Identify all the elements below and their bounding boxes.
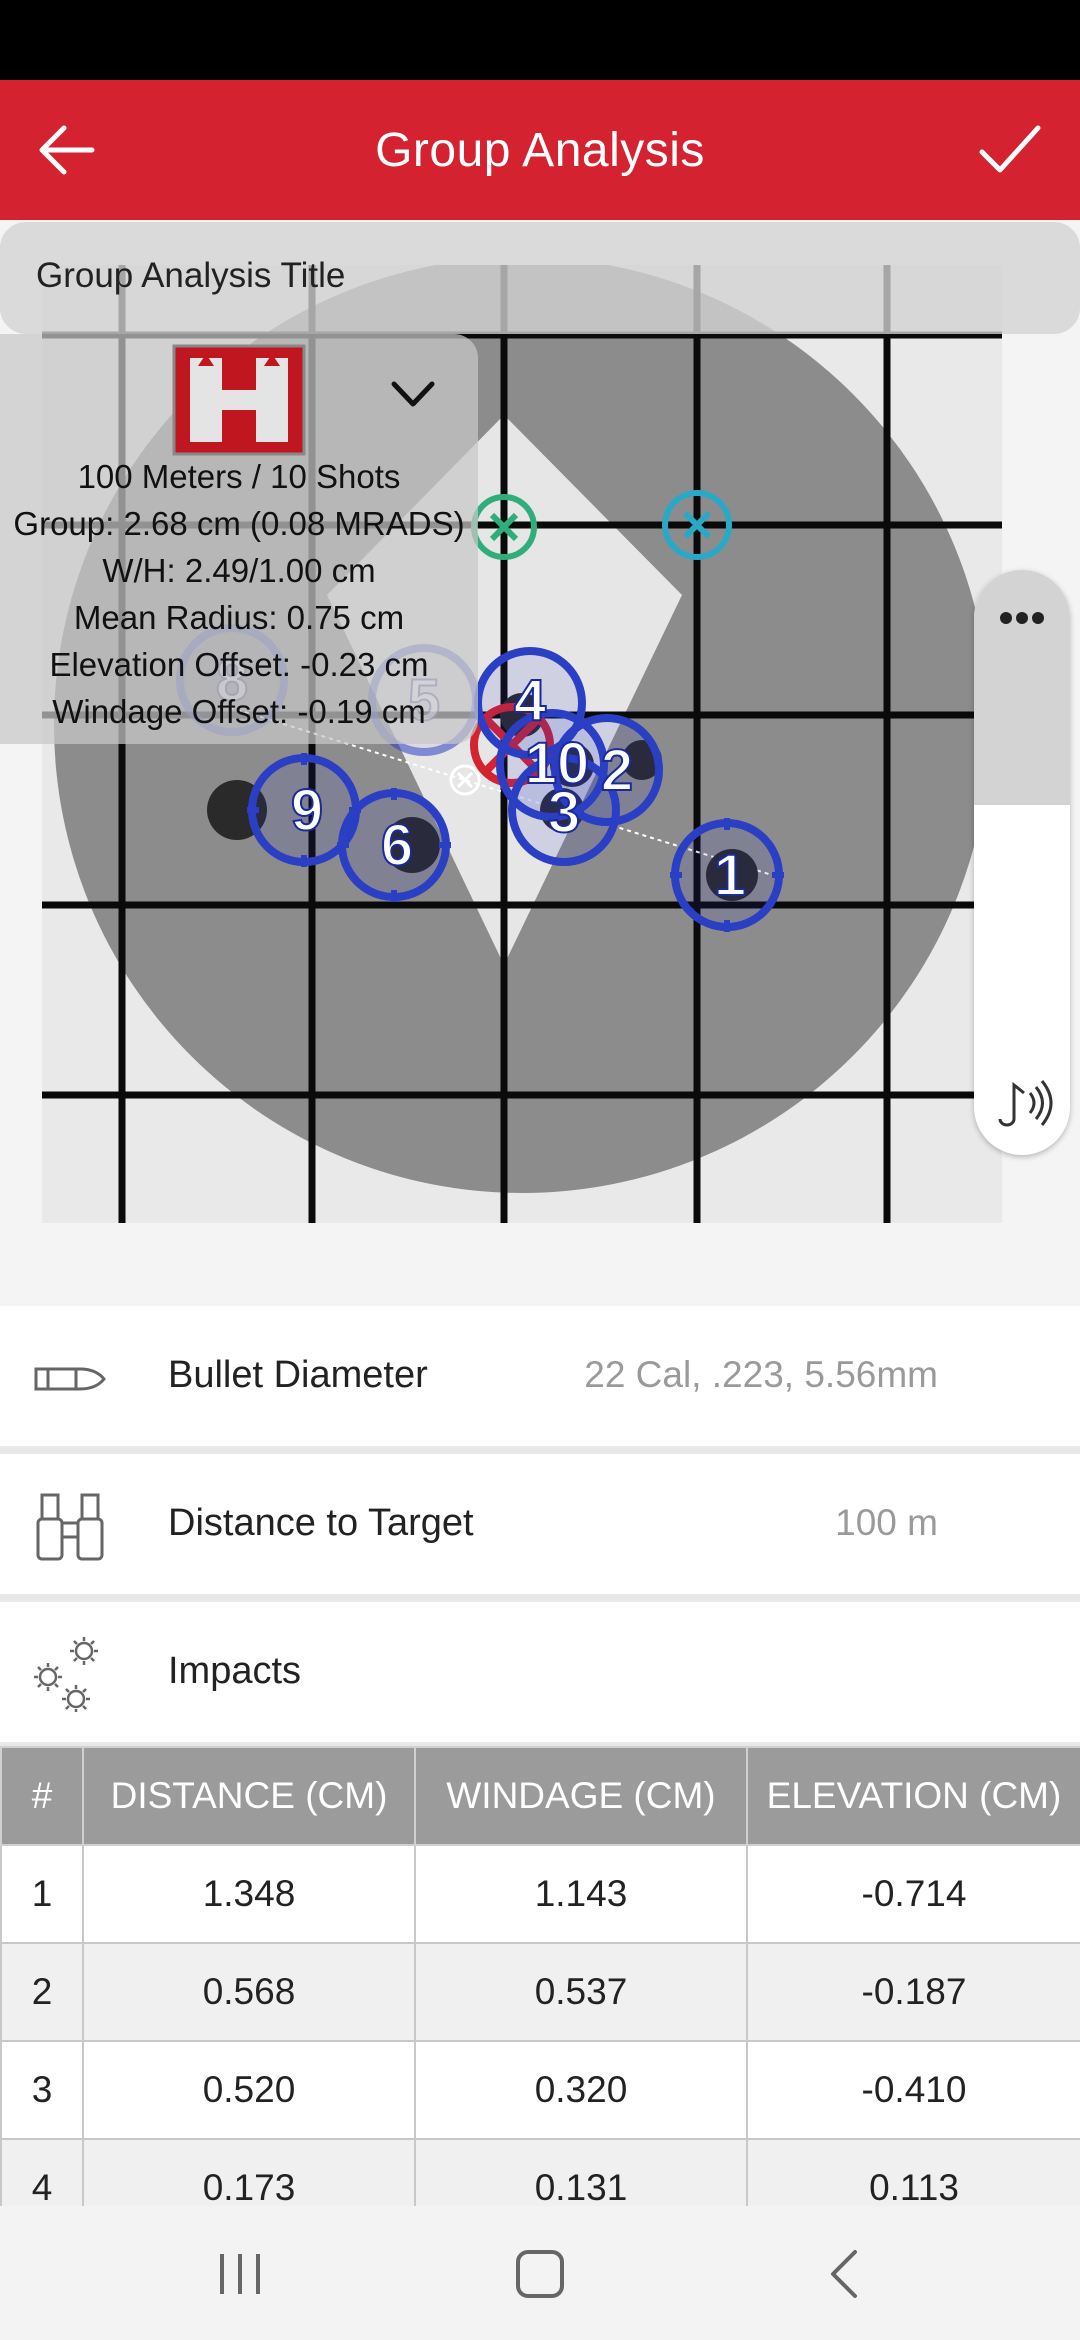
cell-elevation: -0.410: [746, 2040, 1080, 2140]
bullet-icon: [34, 1367, 106, 1391]
divider: [0, 1446, 1080, 1454]
bullet-diameter-value: 22 Cal, .223, 5.56mm: [584, 1354, 938, 1395]
status-bar: [0, 0, 1080, 80]
column-header-elevation: ELEVATION (CM): [746, 1746, 1080, 1846]
cell-distance: 0.173: [82, 2138, 416, 2206]
cell-distance: 1.348: [82, 1844, 416, 1944]
table-row[interactable]: 3 0.520 0.320 -0.410: [0, 2040, 1080, 2140]
shot-label-2: 2: [601, 738, 633, 803]
cell-index: 3: [0, 2040, 84, 2140]
impacts-label: Impacts: [168, 1650, 302, 1692]
back-arrow-icon[interactable]: [30, 110, 110, 190]
table-row[interactable]: 4 0.173 0.131 0.113: [0, 2138, 1080, 2206]
stats-distance-shots: 100 Meters / 10 Shots: [77, 458, 401, 495]
group-title-text: Group Analysis Title: [36, 256, 346, 295]
table-header-row: # DISTANCE (CM) WINDAGE (CM) ELEVATION (…: [0, 1746, 1080, 1846]
bullet-diameter-row[interactable]: Bullet Diameter 22 Cal, .223, 5.56mm: [0, 1306, 1080, 1446]
cell-windage: 0.320: [414, 2040, 748, 2140]
impacts-icon: [34, 1637, 98, 1712]
cell-index: 4: [0, 2138, 84, 2206]
column-header-windage: WINDAGE (CM): [414, 1746, 748, 1846]
impacts-table[interactable]: # DISTANCE (CM) WINDAGE (CM) ELEVATION (…: [0, 1746, 1080, 2206]
shot-label-9: 9: [291, 778, 323, 843]
impacts-row[interactable]: Impacts: [0, 1602, 1080, 1742]
stats-windage-offset: Windage Offset: -0.19 cm: [52, 693, 426, 730]
shot-label-6: 6: [381, 813, 413, 878]
table-row[interactable]: 1 1.348 1.143 -0.714: [0, 1844, 1080, 1944]
cell-windage: 0.537: [414, 1942, 748, 2042]
cell-windage: 0.131: [414, 2138, 748, 2206]
stats-elevation-offset: Elevation Offset: -0.23 cm: [49, 646, 429, 683]
binoculars-icon: [36, 1493, 104, 1561]
side-toolbar-top: [974, 570, 1070, 805]
column-header-distance: DISTANCE (CM): [82, 1746, 416, 1846]
distance-to-target-value: 100 m: [835, 1502, 938, 1543]
stats-group-size: Group: 2.68 cm (0.08 MRADS): [13, 505, 465, 542]
stats-mean-radius: Mean Radius: 0.75 cm: [73, 599, 405, 636]
system-nav-bar: [0, 2206, 1080, 2340]
cell-index: 2: [0, 1942, 84, 2042]
stats-panel: 100 Meters / 10 Shots Group: 2.68 cm (0.…: [0, 334, 478, 744]
shot-label-1: 1: [714, 843, 746, 908]
hornady-logo: [172, 344, 306, 456]
cell-index: 1: [0, 1844, 84, 1944]
check-icon[interactable]: [970, 110, 1050, 190]
shot-label-10: 10: [525, 731, 590, 796]
distance-to-target-label: Distance to Target: [168, 1502, 474, 1544]
stats-width-height: W/H: 2.49/1.00 cm: [102, 552, 376, 589]
table-row[interactable]: 2 0.568 0.537 -0.187: [0, 1942, 1080, 2042]
more-dots-icon[interactable]: [998, 610, 1046, 626]
home-icon[interactable]: [510, 2246, 570, 2302]
page-title: Group Analysis: [375, 123, 705, 177]
distance-to-target-row[interactable]: Distance to Target 100 m: [0, 1454, 1080, 1594]
chevron-down-icon[interactable]: [386, 374, 440, 414]
audio-note-icon[interactable]: [992, 1075, 1054, 1131]
cell-elevation: -0.187: [746, 1942, 1080, 2042]
bullet-diameter-label: Bullet Diameter: [168, 1354, 428, 1396]
side-toolbar: [974, 570, 1070, 1155]
group-title-field[interactable]: Group Analysis Title: [0, 222, 1080, 334]
column-header-index: #: [0, 1746, 84, 1846]
app-bar: Group Analysis: [0, 80, 1080, 220]
cell-elevation: 0.113: [746, 2138, 1080, 2206]
cell-windage: 1.143: [414, 1844, 748, 1944]
divider: [0, 1594, 1080, 1602]
shot-label-4: 4: [514, 668, 546, 733]
cell-elevation: -0.714: [746, 1844, 1080, 1944]
cell-distance: 0.568: [82, 1942, 416, 2042]
recent-apps-icon[interactable]: [210, 2246, 270, 2302]
nav-back-icon[interactable]: [815, 2246, 875, 2302]
cell-distance: 0.520: [82, 2040, 416, 2140]
